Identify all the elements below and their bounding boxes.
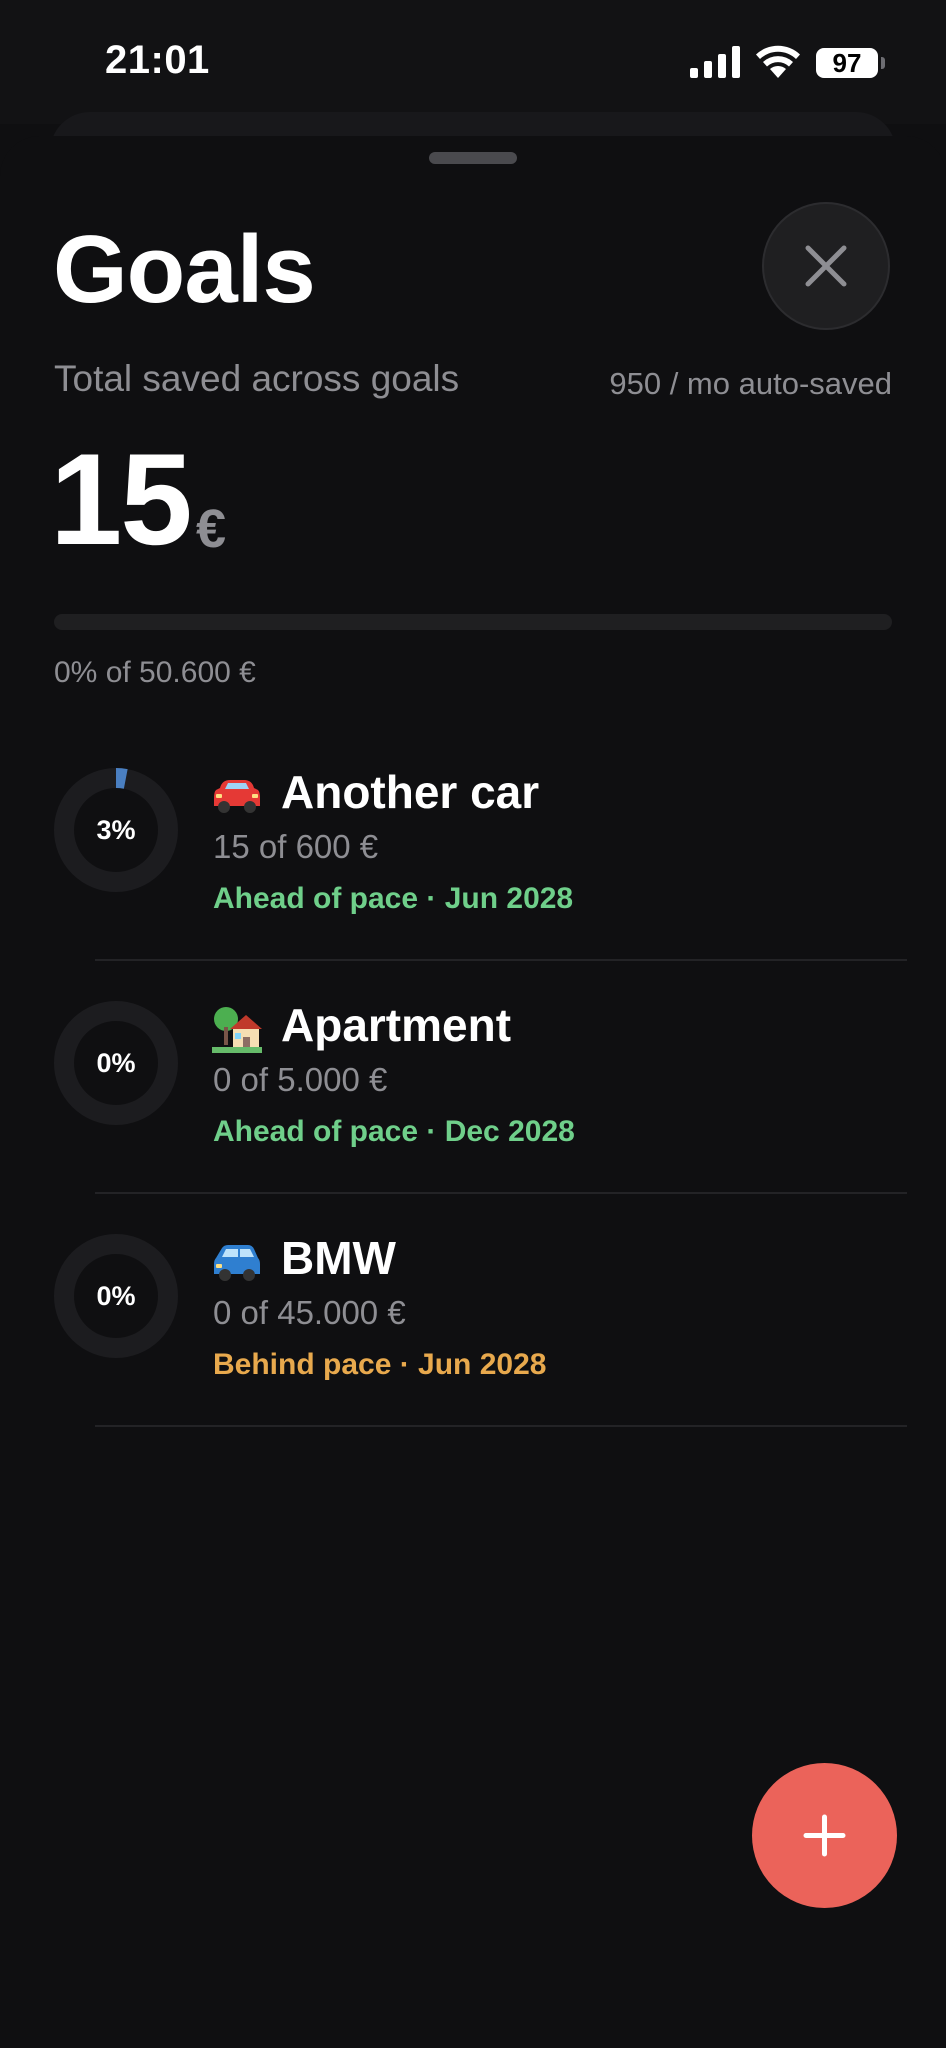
sheet-grabber[interactable] xyxy=(429,152,517,164)
goal-percent-label: 0% xyxy=(96,1281,136,1311)
close-button[interactable] xyxy=(762,202,890,330)
total-currency: € xyxy=(196,499,227,559)
goal-amount: 0 of 45.000 € xyxy=(213,1294,406,1331)
overall-progress-bar xyxy=(54,614,892,630)
goal-percent-label: 0% xyxy=(96,1048,136,1078)
blue-car-icon xyxy=(214,1245,260,1281)
summary-label: Total saved across goals xyxy=(54,358,460,399)
goal-name: BMW xyxy=(281,1232,396,1284)
goal-amount: 15 of 600 € xyxy=(213,828,379,865)
total-saved-amount: 15 xyxy=(50,426,193,572)
close-icon xyxy=(805,245,847,287)
status-time: 21:01 xyxy=(105,38,210,82)
row-divider xyxy=(95,1425,907,1427)
goal-name: Apartment xyxy=(281,999,512,1051)
plus-icon xyxy=(803,1814,846,1857)
goal-amount: 0 of 5.000 € xyxy=(213,1061,388,1098)
cellular-signal-icon xyxy=(690,46,740,78)
goal-pace-status: Ahead of pace · Jun 2028 xyxy=(213,882,574,915)
red-car-icon xyxy=(214,780,260,813)
house-with-garden-icon xyxy=(212,1007,262,1053)
wifi-icon xyxy=(756,45,800,78)
add-goal-button[interactable] xyxy=(752,1763,897,1908)
battery-nub xyxy=(881,57,885,69)
goal-percent-label: 3% xyxy=(96,815,136,845)
goal-row[interactable]: 0% BMW 0 of 45.000 € Behind pace · Jun 2… xyxy=(0,1194,946,1427)
status-bar: 21:01 97 xyxy=(0,0,946,124)
auto-saved-label: 950 / mo auto-saved xyxy=(609,366,892,401)
page-title: Goals xyxy=(53,216,316,323)
goal-row[interactable]: 0% Apartment 0 of 5.000 € Ahead of pace … xyxy=(0,961,946,1194)
overall-progress-text: 0% of 50.600 € xyxy=(54,656,256,689)
goals-sheet: Goals Total saved across goals 950 / mo … xyxy=(0,136,946,2048)
goal-pace-status: Ahead of pace · Dec 2028 xyxy=(213,1115,575,1148)
goal-row[interactable]: 3% Another car 15 of 600 € Ahead of pace… xyxy=(0,728,946,961)
goal-pace-status: Behind pace · Jun 2028 xyxy=(213,1348,547,1381)
goal-name: Another car xyxy=(281,766,540,818)
battery-icon: 97 xyxy=(816,48,878,78)
